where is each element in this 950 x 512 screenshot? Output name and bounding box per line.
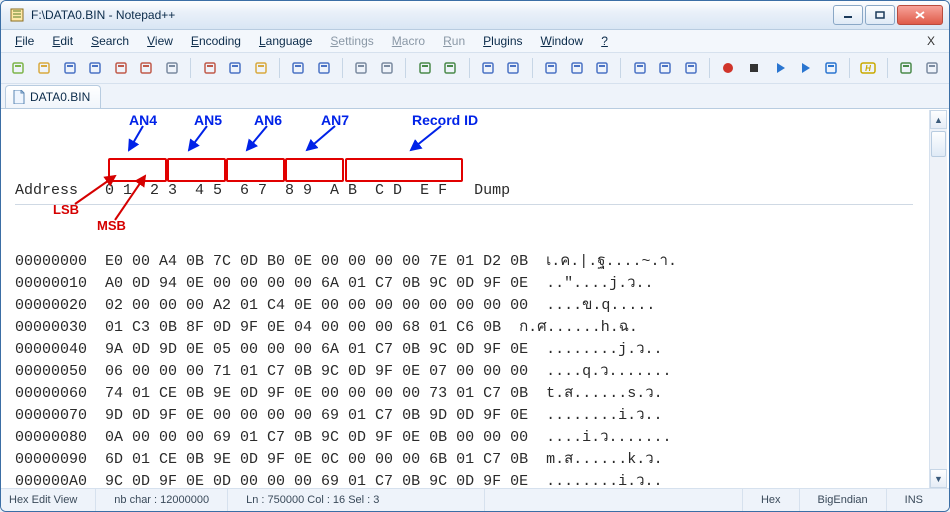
toolbar-separator [405, 58, 406, 78]
close-icon[interactable] [109, 56, 132, 80]
toolbar: H [1, 53, 949, 84]
toolbar-separator [532, 58, 533, 78]
toolbar-separator [342, 58, 343, 78]
find-icon[interactable] [350, 56, 373, 80]
close-all-icon[interactable] [135, 56, 158, 80]
sync-v-icon[interactable] [476, 56, 499, 80]
cut-icon[interactable] [198, 56, 221, 80]
tab-data0bin[interactable]: DATA0.BIN [5, 85, 101, 108]
menu-file[interactable]: File [7, 32, 42, 50]
play-macro-icon[interactable] [768, 56, 791, 80]
app-window: F:\DATA0.BIN - Notepad++ FileEditSearchV… [0, 0, 950, 512]
spell-icon[interactable] [895, 56, 918, 80]
indent-guide-icon[interactable] [591, 56, 614, 80]
wrap-icon[interactable] [540, 56, 563, 80]
sync-h-icon[interactable] [502, 56, 525, 80]
copy-icon[interactable] [224, 56, 247, 80]
menubar-close-doc[interactable]: X [919, 32, 943, 50]
svg-text:H: H [866, 64, 872, 73]
hex-row[interactable]: 00000020 02 00 00 00 A2 01 C4 0E 00 00 0… [15, 295, 913, 317]
menu-window[interactable]: Window [533, 32, 592, 50]
menu-encoding[interactable]: Encoding [183, 32, 249, 50]
save-macro-icon[interactable] [820, 56, 843, 80]
hex-row[interactable]: 000000A0 9C 0D 9F 0E 0D 00 00 00 69 01 C… [15, 471, 913, 488]
menu-run[interactable]: Run [435, 32, 473, 50]
scroll-up-arrow[interactable]: ▲ [930, 110, 947, 129]
status-enc2: BigEndian [800, 489, 887, 511]
save-all-icon[interactable] [84, 56, 107, 80]
menu-edit[interactable]: Edit [44, 32, 81, 50]
zoom-out-icon[interactable] [439, 56, 462, 80]
hex-row[interactable]: 00000040 9A 0D 9D 0E 05 00 00 00 6A 01 C… [15, 339, 913, 361]
show-all-icon[interactable] [565, 56, 588, 80]
close-button[interactable] [897, 5, 943, 25]
undo-icon[interactable] [287, 56, 310, 80]
hex-row[interactable]: 00000000 E0 00 A4 0B 7C 0D B0 0E 00 00 0… [15, 251, 913, 273]
menu-view[interactable]: View [139, 32, 181, 50]
zoom-in-icon[interactable] [413, 56, 436, 80]
maximize-button[interactable] [865, 5, 895, 25]
window-buttons [833, 5, 943, 25]
hex-row[interactable]: 00000050 06 00 00 00 71 01 C7 0B 9C 0D 9… [15, 361, 913, 383]
menu-plugins[interactable]: Plugins [475, 32, 530, 50]
redo-icon[interactable] [313, 56, 336, 80]
toolbar-separator [190, 58, 191, 78]
vertical-scrollbar[interactable]: ▲ ▼ [929, 110, 947, 488]
record-macro-icon[interactable] [717, 56, 740, 80]
hex-highlight-icon[interactable]: H [857, 56, 880, 80]
status-position: Ln : 750000 Col : 16 Sel : 3 [228, 489, 485, 511]
statusbar: Hex Edit View nb char : 12000000 Ln : 75… [1, 488, 949, 511]
scroll-down-arrow[interactable]: ▼ [930, 469, 947, 488]
toolbar-separator [887, 58, 888, 78]
status-chars: nb char : 12000000 [96, 489, 228, 511]
hex-row[interactable]: 00000090 6D 01 CE 0B 9E 0D 9F 0E 0C 00 0… [15, 449, 913, 471]
hex-row[interactable]: 00000030 01 C3 0B 8F 0D 9F 0E 04 00 00 0… [15, 317, 913, 339]
editor-area: Address 0 1 2 3 4 5 6 7 8 9 A B C D E F … [1, 109, 949, 488]
menu-macro[interactable]: Macro [384, 32, 433, 50]
app-icon [9, 7, 25, 23]
toolbar-separator [279, 58, 280, 78]
save-icon[interactable] [58, 56, 81, 80]
hex-viewport[interactable]: Address 0 1 2 3 4 5 6 7 8 9 A B C D E F … [1, 110, 949, 488]
minimize-button[interactable] [833, 5, 863, 25]
unfold-icon[interactable] [654, 56, 677, 80]
print-icon[interactable] [161, 56, 184, 80]
scroll-track[interactable] [930, 129, 947, 469]
replace-icon[interactable] [376, 56, 399, 80]
menu-search[interactable]: Search [83, 32, 137, 50]
menu-language[interactable]: Language [251, 32, 320, 50]
hex-header-row: Address 0 1 2 3 4 5 6 7 8 9 A B C D E F … [15, 180, 913, 205]
hex-row[interactable]: 00000010 A0 0D 94 0E 00 00 00 00 6A 01 C… [15, 273, 913, 295]
toolbar-separator [709, 58, 710, 78]
fold-icon[interactable] [628, 56, 651, 80]
open-file-icon[interactable] [33, 56, 56, 80]
window-title: F:\DATA0.BIN - Notepad++ [31, 8, 833, 22]
status-ins: INS [887, 489, 941, 511]
paste-icon[interactable] [249, 56, 272, 80]
tabstrip: DATA0.BIN [1, 84, 949, 109]
status-spacer [485, 489, 743, 511]
toolbar-separator [469, 58, 470, 78]
stop-macro-icon[interactable] [743, 56, 766, 80]
hex-row[interactable]: 00000080 0A 00 00 00 69 01 C7 0B 9C 0D 9… [15, 427, 913, 449]
status-enc1: Hex [743, 489, 800, 511]
hex-row[interactable]: 00000070 9D 0D 9F 0E 00 00 00 00 69 01 C… [15, 405, 913, 427]
play-multi-icon[interactable] [794, 56, 817, 80]
titlebar: F:\DATA0.BIN - Notepad++ [1, 1, 949, 30]
toolbar-separator [849, 58, 850, 78]
collapse-level-icon[interactable] [680, 56, 703, 80]
file-icon [12, 90, 26, 104]
menu-settings[interactable]: Settings [322, 32, 381, 50]
doc-compare-icon[interactable] [920, 56, 943, 80]
toolbar-separator [620, 58, 621, 78]
status-mode: Hex Edit View [9, 489, 96, 511]
tab-label: DATA0.BIN [30, 90, 90, 104]
scroll-thumb[interactable] [931, 131, 946, 157]
menubar: FileEditSearchViewEncodingLanguageSettin… [1, 30, 949, 53]
new-file-icon[interactable] [7, 56, 30, 80]
menu-?[interactable]: ? [593, 32, 616, 50]
hex-row[interactable]: 00000060 74 01 CE 0B 9E 0D 9F 0E 00 00 0… [15, 383, 913, 405]
